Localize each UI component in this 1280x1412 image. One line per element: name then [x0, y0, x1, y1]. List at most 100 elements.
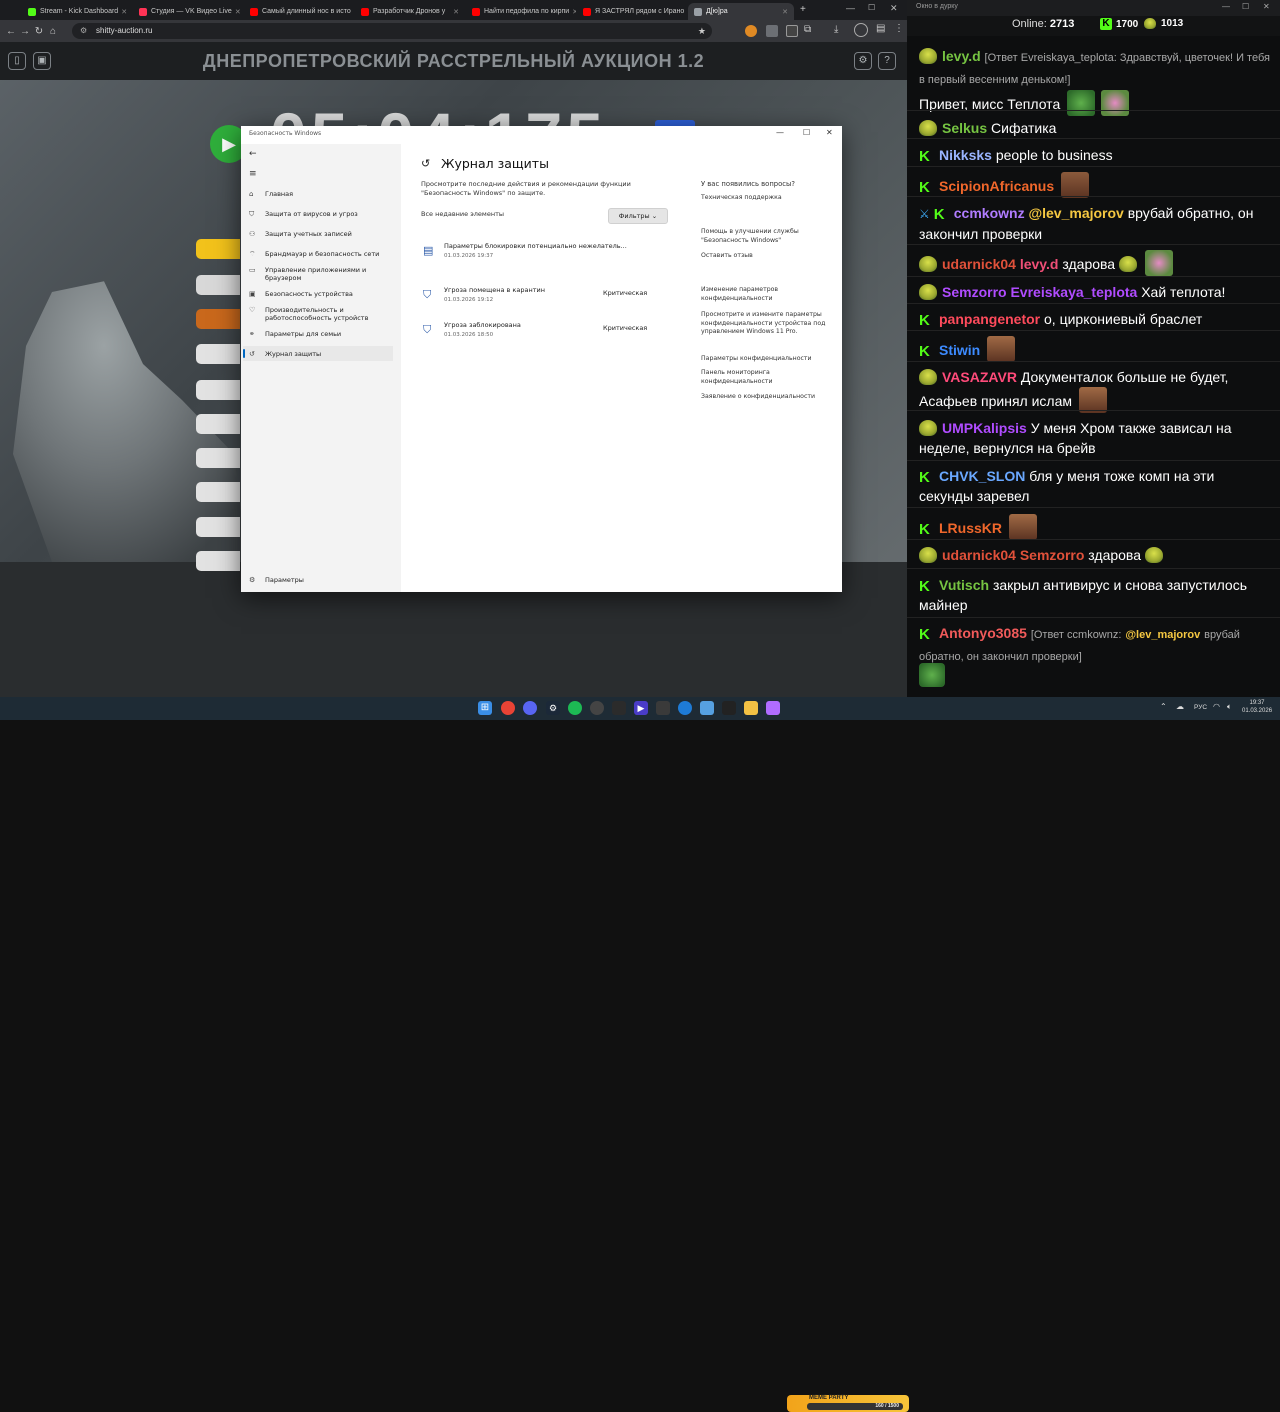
clock[interactable]: 19:37 01.03.2026: [1242, 699, 1272, 715]
severity-label: Критическая: [603, 289, 648, 297]
maximize-button[interactable]: ☐: [868, 3, 875, 12]
feedback-link[interactable]: Оставить отзыв: [701, 252, 831, 261]
app-icon[interactable]: [700, 701, 714, 715]
site-info-icon[interactable]: ⚙: [80, 23, 87, 39]
lot-slot[interactable]: [196, 414, 240, 434]
close-icon[interactable]: ✕: [351, 8, 355, 16]
privacy-settings-link[interactable]: Параметры конфиденциальности: [701, 355, 831, 364]
tab-kick-dashboard[interactable]: Stream - Kick Dashboard ✕: [22, 3, 132, 20]
chat-message: K CHVK_SLON бля у меня тоже комп на эти с…: [919, 468, 1215, 504]
edge-icon[interactable]: [678, 701, 692, 715]
chat-divider: [907, 361, 1280, 362]
bookmark-star-icon[interactable]: ★: [698, 23, 706, 39]
windows-start-icon[interactable]: ⊞: [478, 701, 492, 715]
minimize-button[interactable]: —: [1222, 2, 1230, 11]
tab-youtube-4[interactable]: Я ЗАСТРЯЛ рядом с Ирано✕: [577, 3, 687, 20]
tab-active[interactable]: Д[ю]ра ✕: [688, 3, 794, 20]
close-button[interactable]: ✕: [1263, 2, 1270, 11]
obs-icon[interactable]: [590, 701, 604, 715]
privacy-dashboard-link[interactable]: Панель мониторинга конфиденциальности: [701, 369, 791, 386]
shield-icon: ⛉: [423, 288, 432, 301]
language-indicator[interactable]: РУС: [1194, 704, 1207, 711]
discord-icon[interactable]: [523, 701, 537, 715]
extension-icon[interactable]: [745, 25, 757, 37]
back-arrow-icon[interactable]: ←: [4, 26, 18, 37]
chrome-icon[interactable]: [501, 701, 515, 715]
tech-support-link[interactable]: Техническая поддержка: [701, 194, 831, 203]
tab-youtube-1[interactable]: Самый длинный нос в исто✕: [244, 3, 354, 20]
file-explorer-icon[interactable]: [744, 701, 758, 715]
steam-icon[interactable]: ⚙: [546, 701, 560, 715]
hamburger-icon[interactable]: ≡: [249, 169, 257, 179]
help-icon[interactable]: ?: [878, 52, 896, 70]
tab-vk-studio[interactable]: Студия — VK Видео Live ✕: [133, 3, 243, 20]
chat-divider: [907, 507, 1280, 508]
nav-home[interactable]: ⌂ Главная: [249, 190, 399, 198]
close-icon[interactable]: ✕: [569, 8, 576, 16]
close-icon[interactable]: ✕: [450, 8, 459, 16]
tab-youtube-2[interactable]: Разработчик Дронов у ✕: [355, 3, 465, 20]
download-icon[interactable]: ⤓: [834, 24, 838, 35]
tab-youtube-3[interactable]: Найти педофила по кирпи ✕: [466, 3, 576, 20]
nav-device-performance[interactable]: ♡ Производительность и работоспособность …: [249, 306, 399, 322]
lot-slot[interactable]: [196, 380, 240, 400]
nav-protection-history[interactable]: ↺ Журнал защиты: [243, 346, 393, 361]
filters-button[interactable]: Фильтры ⌄: [608, 208, 668, 224]
meme-party-widget[interactable]: МЕМЕ PARTY 160 / 1500: [787, 1395, 909, 1412]
lot-slot[interactable]: [196, 344, 240, 364]
sub-badge-icon: [919, 256, 937, 272]
lot-slot[interactable]: [196, 517, 240, 537]
home-icon[interactable]: ⌂: [46, 26, 60, 37]
nav-family-options[interactable]: ⚭ Параметры для семьи: [249, 330, 399, 338]
app-icon[interactable]: [722, 701, 736, 715]
lot-slot[interactable]: [196, 551, 240, 571]
lot-slot[interactable]: [196, 482, 240, 502]
chat-window: Окно в дурку — ☐ ✕ Online: 2713 K 1700 10…: [907, 0, 1280, 697]
nav-app-browser-control[interactable]: ▭ Управление приложениями и браузером: [249, 266, 399, 282]
lot-slot[interactable]: [196, 239, 240, 259]
window-close-button[interactable]: ✕: [890, 3, 898, 14]
app-icon[interactable]: [766, 701, 780, 715]
spotify-icon[interactable]: [568, 701, 582, 715]
privacy-heading: Изменение параметров конфиденциальности: [701, 286, 779, 302]
nav-firewall[interactable]: ⌔ Брандмауэр и безопасность сети: [249, 250, 399, 259]
minimize-button[interactable]: —: [846, 3, 855, 13]
menu-dots-icon[interactable]: ⋮: [894, 23, 904, 34]
extension-icon[interactable]: [766, 25, 778, 37]
lot-slot[interactable]: [196, 448, 240, 468]
volume-icon[interactable]: 🔈︎: [1227, 702, 1232, 712]
nav-settings[interactable]: ⚙ Параметры: [249, 576, 399, 584]
close-icon[interactable]: ✕: [232, 8, 241, 16]
wifi-icon[interactable]: ◠: [1213, 702, 1220, 711]
lot-slot[interactable]: [196, 309, 240, 329]
lot-slot[interactable]: [196, 275, 240, 295]
back-arrow-icon[interactable]: ←: [249, 149, 257, 159]
extension-icon[interactable]: [786, 25, 798, 37]
gear-icon[interactable]: ⚙: [854, 52, 872, 70]
maximize-button[interactable]: ☐: [1242, 2, 1249, 11]
app-tray-icon[interactable]: ☁: [1176, 702, 1184, 711]
minimize-button[interactable]: —: [776, 128, 784, 137]
maximize-button[interactable]: ☐: [803, 128, 810, 137]
app-icon[interactable]: [656, 701, 670, 715]
kick-icon: [28, 7, 36, 16]
close-icon[interactable]: ✕: [118, 8, 127, 16]
chat-divider: [907, 110, 1280, 111]
close-icon[interactable]: ✕: [684, 8, 687, 16]
close-button[interactable]: ✕: [826, 128, 833, 137]
new-tab-button[interactable]: +: [800, 4, 806, 15]
app-icon[interactable]: [612, 701, 626, 715]
nav-virus-protection[interactable]: ⛉ Защита от вирусов и угроз: [249, 210, 399, 219]
profile-avatar[interactable]: [854, 23, 868, 37]
url-field[interactable]: ⚙ shitty-auction.ru ★: [72, 23, 712, 39]
extensions-puzzle-icon[interactable]: ⧉: [804, 24, 811, 35]
media-player-icon[interactable]: ▶: [634, 701, 648, 715]
reload-icon[interactable]: ↻: [32, 26, 46, 37]
privacy-statement-link[interactable]: Заявление о конфиденциальности: [701, 393, 831, 402]
nav-account-protection[interactable]: ⚇ Защита учетных записей: [249, 230, 399, 238]
nav-device-security[interactable]: ▣ Безопасность устройства: [249, 290, 399, 298]
close-icon[interactable]: ✕: [779, 8, 788, 16]
chevron-up-icon[interactable]: ⌃: [1160, 702, 1167, 711]
sidebar-icon[interactable]: ▤: [876, 23, 885, 34]
forward-arrow-icon[interactable]: →: [18, 26, 32, 37]
